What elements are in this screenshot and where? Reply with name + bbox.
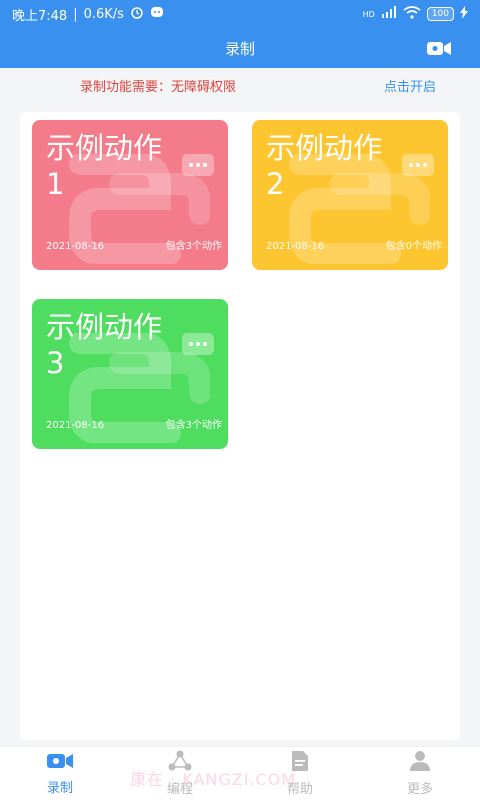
card-title: 示例动作2: [266, 131, 383, 201]
hd-label: HD: [362, 9, 375, 19]
card-date: 2021-08-16: [46, 241, 105, 252]
tab-label: 录制: [46, 781, 73, 796]
charging-icon: [460, 5, 468, 23]
action-card[interactable]: 示例动作1 2021-08-16 包含3个动作: [32, 120, 228, 270]
video-camera-icon[interactable]: [426, 38, 452, 62]
person-icon: [408, 750, 432, 776]
card-title: 示例动作3: [46, 310, 163, 380]
tab-record[interactable]: 录制: [0, 747, 120, 800]
tab-more[interactable]: 更多: [360, 747, 480, 800]
card-action-count: 包含3个动作: [165, 420, 222, 431]
status-time: 晚上7:48: [12, 8, 68, 24]
app-notification-icon: [150, 5, 164, 23]
permission-notice: 录制功能需要：无障碍权限 点击开启: [0, 68, 480, 102]
status-net-speed: 0.6K/s: [83, 6, 124, 22]
alarm-icon: [130, 5, 144, 23]
document-icon: [290, 750, 310, 776]
permission-message: 录制功能需要：无障碍权限: [80, 79, 237, 95]
card-action-count: 包含3个动作: [165, 241, 222, 252]
status-separator: |: [73, 6, 78, 22]
card-title: 示例动作1: [46, 131, 163, 201]
tab-help[interactable]: 帮助: [240, 747, 360, 800]
wifi-icon: [403, 5, 421, 23]
more-options-button[interactable]: [402, 154, 434, 176]
tab-label: 编程: [166, 782, 193, 797]
video-camera-icon: [46, 751, 74, 775]
app-bar: 录制: [0, 28, 480, 68]
status-bar: 晚上7:48 | 0.6K/s HD 100: [0, 0, 480, 28]
action-card[interactable]: 示例动作3 2021-08-16 包含3个动作: [32, 299, 228, 449]
share-nodes-icon: [168, 750, 192, 776]
action-card[interactable]: 示例动作2 2021-08-16 包含0个动作: [252, 120, 448, 270]
enable-permission-link[interactable]: 点击开启: [384, 76, 436, 95]
tab-label: 帮助: [286, 782, 313, 797]
tab-programming[interactable]: 编程: [120, 747, 240, 800]
tab-label: 更多: [406, 782, 433, 797]
page-title: 录制: [224, 39, 255, 58]
actions-panel: 示例动作1 2021-08-16 包含3个动作 示例动作2 2021-08-16…: [20, 112, 460, 740]
bottom-tab-bar: 录制 编程 帮助 更多: [0, 746, 480, 800]
more-options-button[interactable]: [182, 154, 214, 176]
more-options-button[interactable]: [182, 333, 214, 355]
card-action-count: 包含0个动作: [385, 241, 442, 252]
card-date: 2021-08-16: [46, 420, 105, 431]
signal-icon: [381, 6, 397, 22]
card-date: 2021-08-16: [266, 241, 325, 252]
battery-icon: 100: [426, 7, 454, 21]
